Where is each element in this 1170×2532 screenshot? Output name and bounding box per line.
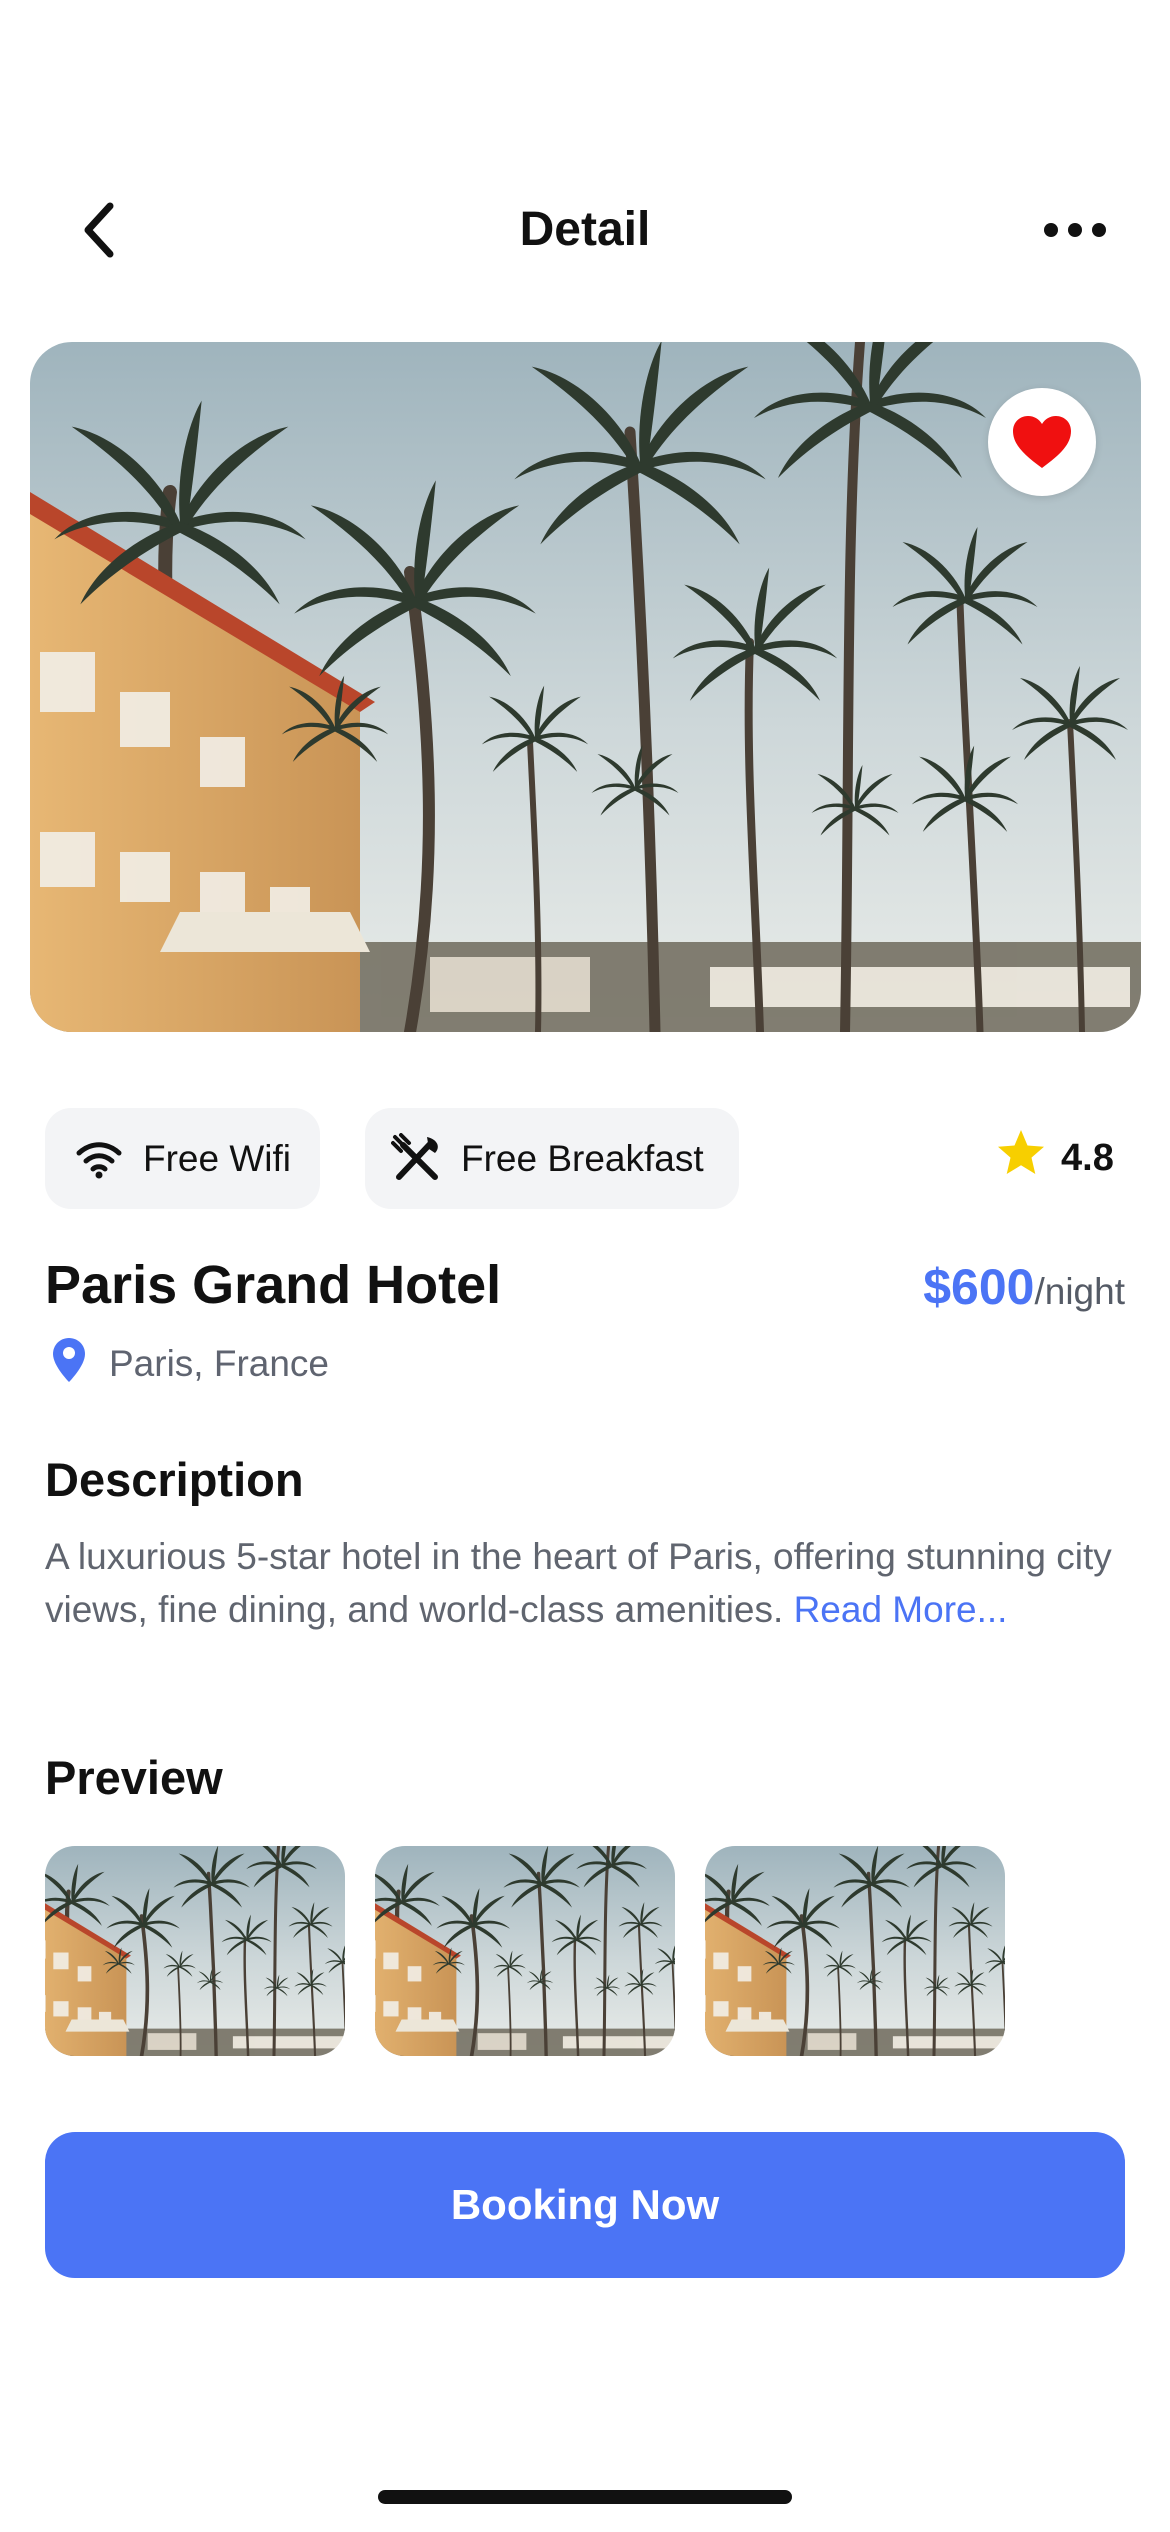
home-indicator[interactable]: [378, 2490, 792, 2504]
price: $600/night: [923, 1255, 1125, 1332]
favorite-button[interactable]: [988, 388, 1096, 496]
amenity-label: Free Wifi: [143, 1137, 291, 1179]
hotel-hero-image: [30, 342, 1141, 1032]
ellipsis-icon: [1044, 223, 1106, 237]
preview-thumbnail[interactable]: [705, 1846, 1005, 2056]
location-pin-icon: [51, 1336, 87, 1393]
preview-thumbnail[interactable]: [45, 1846, 345, 2056]
preview-thumbnail[interactable]: [375, 1846, 675, 2056]
rating-value: 4.8: [1061, 1136, 1114, 1179]
read-more-link[interactable]: Read More...: [794, 1589, 1008, 1630]
wifi-icon: [71, 1131, 127, 1187]
amenity-label: Free Breakfast: [461, 1137, 704, 1179]
price-unit: /night: [1034, 1271, 1125, 1312]
location: Paris, France: [45, 1336, 329, 1392]
heart-icon: [1013, 416, 1071, 468]
amenity-chip-wifi: Free Wifi: [45, 1108, 320, 1209]
amenity-chip-breakfast: Free Breakfast: [365, 1108, 739, 1209]
preview-title: Preview: [45, 1751, 223, 1804]
more-button[interactable]: [1030, 195, 1120, 265]
booking-now-button[interactable]: Booking Now: [45, 2132, 1125, 2278]
description-text: A luxurious 5-star hotel in the heart of…: [45, 1530, 1125, 1636]
hotel-name: Paris Grand Hotel: [45, 1255, 502, 1315]
location-text: Paris, France: [109, 1343, 330, 1384]
page-title: Detail: [519, 203, 651, 256]
star-icon: [995, 1128, 1047, 1188]
fork-knife-icon: [389, 1131, 445, 1187]
price-amount: $600: [923, 1259, 1035, 1315]
description-title: Description: [45, 1453, 304, 1506]
rating: 4.8: [995, 1128, 1114, 1188]
